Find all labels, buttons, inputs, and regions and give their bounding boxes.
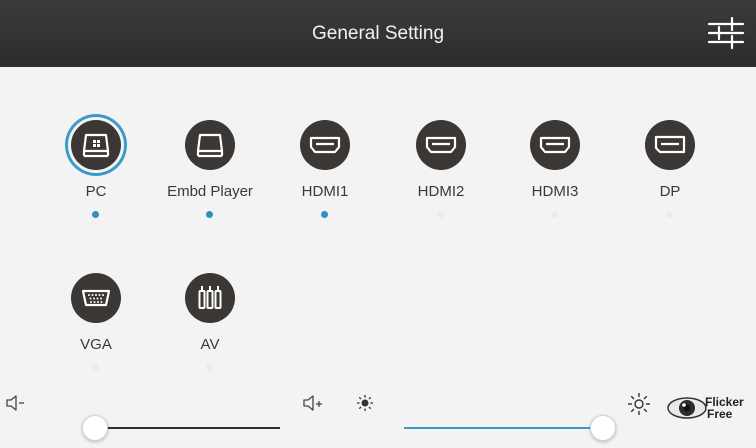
settings-button[interactable] [706, 14, 746, 52]
volume-slider-knob[interactable] [82, 415, 108, 441]
source-hdmi3-circle [530, 120, 580, 170]
vga-icon [81, 289, 111, 307]
source-hdmi1-circle [300, 120, 350, 170]
source-hdmi2-circle [416, 120, 466, 170]
source-av-circle [185, 273, 235, 323]
source-hdmi1-label: HDMI1 [301, 183, 349, 200]
source-embd-player[interactable]: Embd Player [155, 120, 265, 220]
source-dp-label: DP [659, 183, 681, 200]
source-av[interactable]: AV [155, 273, 265, 373]
source-dp-inactive-dot [666, 211, 673, 218]
volume-slider-track[interactable] [94, 427, 280, 429]
source-av-inactive-dot [206, 364, 213, 371]
pc-icon [82, 133, 110, 158]
source-pc-active-dot [92, 211, 99, 218]
source-hdmi3[interactable]: HDMI3 [500, 120, 610, 220]
source-pc-label: PC [85, 183, 107, 200]
source-pc[interactable]: PC [41, 120, 151, 220]
flicker-free-label-line2: Free [707, 407, 733, 421]
displayport-icon [654, 135, 686, 154]
av-icon [198, 286, 222, 309]
source-hdmi2-inactive-dot [437, 211, 444, 218]
source-pc-circle [71, 120, 121, 170]
hdmi-icon [425, 136, 457, 154]
source-hdmi3-label: HDMI3 [531, 183, 579, 200]
flicker-free-toggle[interactable]: Flicker Free [666, 388, 756, 428]
source-embd-player-label: Embd Player [167, 183, 253, 200]
embedded-player-icon [196, 133, 224, 158]
source-vga-label: VGA [80, 336, 112, 353]
brightness-slider-knob[interactable] [590, 415, 616, 441]
source-hdmi3-inactive-dot [551, 211, 558, 218]
source-embd-player-active-dot [206, 211, 213, 218]
bottom-controls: Flicker Free [0, 388, 756, 448]
eye-icon [667, 397, 707, 419]
source-hdmi1[interactable]: HDMI1 [270, 120, 380, 220]
page-title: General Setting [311, 23, 445, 44]
header-bar: General Setting [0, 0, 756, 67]
source-vga[interactable]: VGA [41, 273, 151, 373]
source-dp[interactable]: DP [615, 120, 725, 220]
source-hdmi2[interactable]: HDMI2 [386, 120, 496, 220]
source-embd-player-circle [185, 120, 235, 170]
source-vga-inactive-dot [92, 364, 99, 371]
source-vga-circle [71, 273, 121, 323]
volume-up-icon[interactable] [302, 393, 326, 413]
source-av-label: AV [200, 336, 220, 353]
sliders-icon [707, 16, 745, 50]
source-hdmi1-active-dot [321, 211, 328, 218]
source-hdmi2-label: HDMI2 [417, 183, 465, 200]
hdmi-icon [539, 136, 571, 154]
volume-down-icon[interactable] [5, 393, 27, 413]
brightness-high-icon[interactable] [627, 392, 651, 416]
brightness-low-icon[interactable] [356, 394, 374, 412]
source-dp-circle [645, 120, 695, 170]
brightness-slider-track[interactable] [404, 427, 602, 429]
hdmi-icon [309, 136, 341, 154]
